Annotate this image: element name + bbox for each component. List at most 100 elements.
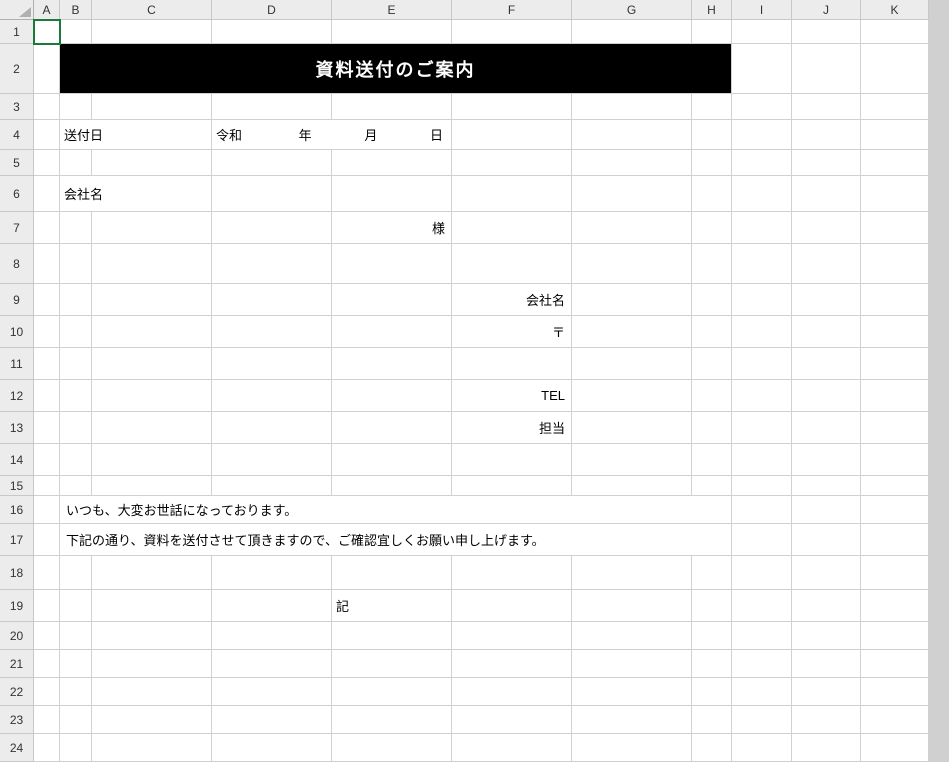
cell-H9[interactable]	[692, 284, 732, 316]
cell-J11[interactable]	[792, 348, 861, 380]
cell-J21[interactable]	[792, 650, 861, 678]
cell-E18[interactable]	[332, 556, 452, 590]
cell-A14[interactable]	[34, 444, 60, 476]
row-header-23[interactable]: 23	[0, 706, 34, 734]
label-era-line[interactable]: 令和年月日	[212, 120, 452, 150]
cell-J10[interactable]	[792, 316, 861, 348]
cell-I3[interactable]	[732, 94, 792, 120]
cell-C24[interactable]	[92, 734, 212, 762]
cell-F5[interactable]	[452, 150, 572, 176]
cell-F18[interactable]	[452, 556, 572, 590]
cell-F22[interactable]	[452, 678, 572, 706]
cell-C13[interactable]	[92, 412, 212, 444]
cell-H21[interactable]	[692, 650, 732, 678]
cell-K8[interactable]	[861, 244, 929, 284]
cell-I20[interactable]	[732, 622, 792, 650]
col-header-D[interactable]: D	[212, 0, 332, 20]
cell-H19[interactable]	[692, 590, 732, 622]
cell-H4[interactable]	[692, 120, 732, 150]
cell-I17[interactable]	[732, 524, 792, 556]
cell-J5[interactable]	[792, 150, 861, 176]
cell-K5[interactable]	[861, 150, 929, 176]
cell-G9[interactable]	[572, 284, 692, 316]
cell-H10[interactable]	[692, 316, 732, 348]
cell-K4[interactable]	[861, 120, 929, 150]
cell-B10[interactable]	[60, 316, 92, 348]
cell-K14[interactable]	[861, 444, 929, 476]
row-header-5[interactable]: 5	[0, 150, 34, 176]
cell-C9[interactable]	[92, 284, 212, 316]
cell-K21[interactable]	[861, 650, 929, 678]
cell-C23[interactable]	[92, 706, 212, 734]
cell-B15[interactable]	[60, 476, 92, 496]
cell-I8[interactable]	[732, 244, 792, 284]
cell-A12[interactable]	[34, 380, 60, 412]
cell-I23[interactable]	[732, 706, 792, 734]
cell-K2[interactable]	[861, 44, 929, 94]
cell-J19[interactable]	[792, 590, 861, 622]
cell-F14[interactable]	[452, 444, 572, 476]
cell-K22[interactable]	[861, 678, 929, 706]
cell-G23[interactable]	[572, 706, 692, 734]
cell-C1[interactable]	[92, 20, 212, 44]
cell-G3[interactable]	[572, 94, 692, 120]
cell-D14[interactable]	[212, 444, 332, 476]
cell-K9[interactable]	[861, 284, 929, 316]
label-honorific[interactable]: 様	[332, 212, 452, 244]
col-header-I[interactable]: I	[732, 0, 792, 20]
cell-J18[interactable]	[792, 556, 861, 590]
cell-A13[interactable]	[34, 412, 60, 444]
cell-J24[interactable]	[792, 734, 861, 762]
cell-K17[interactable]	[861, 524, 929, 556]
cell-G20[interactable]	[572, 622, 692, 650]
cell-A22[interactable]	[34, 678, 60, 706]
col-header-E[interactable]: E	[332, 0, 452, 20]
cell-H5[interactable]	[692, 150, 732, 176]
col-header-A[interactable]: A	[34, 0, 60, 20]
cell-B11[interactable]	[60, 348, 92, 380]
cell-E14[interactable]	[332, 444, 452, 476]
cell-I18[interactable]	[732, 556, 792, 590]
cell-G24[interactable]	[572, 734, 692, 762]
cell-B8[interactable]	[60, 244, 92, 284]
cell-I15[interactable]	[732, 476, 792, 496]
cell-I14[interactable]	[732, 444, 792, 476]
cell-A19[interactable]	[34, 590, 60, 622]
cell-C19[interactable]	[92, 590, 212, 622]
cell-J6[interactable]	[792, 176, 861, 212]
cell-E24[interactable]	[332, 734, 452, 762]
col-header-K[interactable]: K	[861, 0, 929, 20]
cell-J22[interactable]	[792, 678, 861, 706]
row-header-7[interactable]: 7	[0, 212, 34, 244]
row-header-16[interactable]: 16	[0, 496, 34, 524]
cell-C11[interactable]	[92, 348, 212, 380]
cell-A23[interactable]	[34, 706, 60, 734]
cell-C12[interactable]	[92, 380, 212, 412]
label-sender-company[interactable]: 会社名	[452, 284, 572, 316]
row-header-13[interactable]: 13	[0, 412, 34, 444]
cell-H20[interactable]	[692, 622, 732, 650]
cell-G13[interactable]	[572, 412, 692, 444]
cell-K19[interactable]	[861, 590, 929, 622]
cell-D1[interactable]	[212, 20, 332, 44]
cell-F19[interactable]	[452, 590, 572, 622]
cell-D18[interactable]	[212, 556, 332, 590]
cell-E13[interactable]	[332, 412, 452, 444]
cell-G22[interactable]	[572, 678, 692, 706]
cell-I11[interactable]	[732, 348, 792, 380]
cell-H15[interactable]	[692, 476, 732, 496]
cell-E10[interactable]	[332, 316, 452, 348]
cell-I9[interactable]	[732, 284, 792, 316]
cell-G19[interactable]	[572, 590, 692, 622]
cell-D3[interactable]	[212, 94, 332, 120]
row-header-1[interactable]: 1	[0, 20, 34, 44]
row-header-20[interactable]: 20	[0, 622, 34, 650]
cell-F4[interactable]	[452, 120, 572, 150]
cell-E5[interactable]	[332, 150, 452, 176]
row-header-12[interactable]: 12	[0, 380, 34, 412]
cell-K23[interactable]	[861, 706, 929, 734]
spreadsheet-grid[interactable]: ABCDEFGHIJK12資料送付のご案内34送付日令和年月日56会社名7様89…	[0, 0, 949, 762]
row-header-9[interactable]: 9	[0, 284, 34, 316]
cell-J16[interactable]	[792, 496, 861, 524]
cell-A10[interactable]	[34, 316, 60, 348]
